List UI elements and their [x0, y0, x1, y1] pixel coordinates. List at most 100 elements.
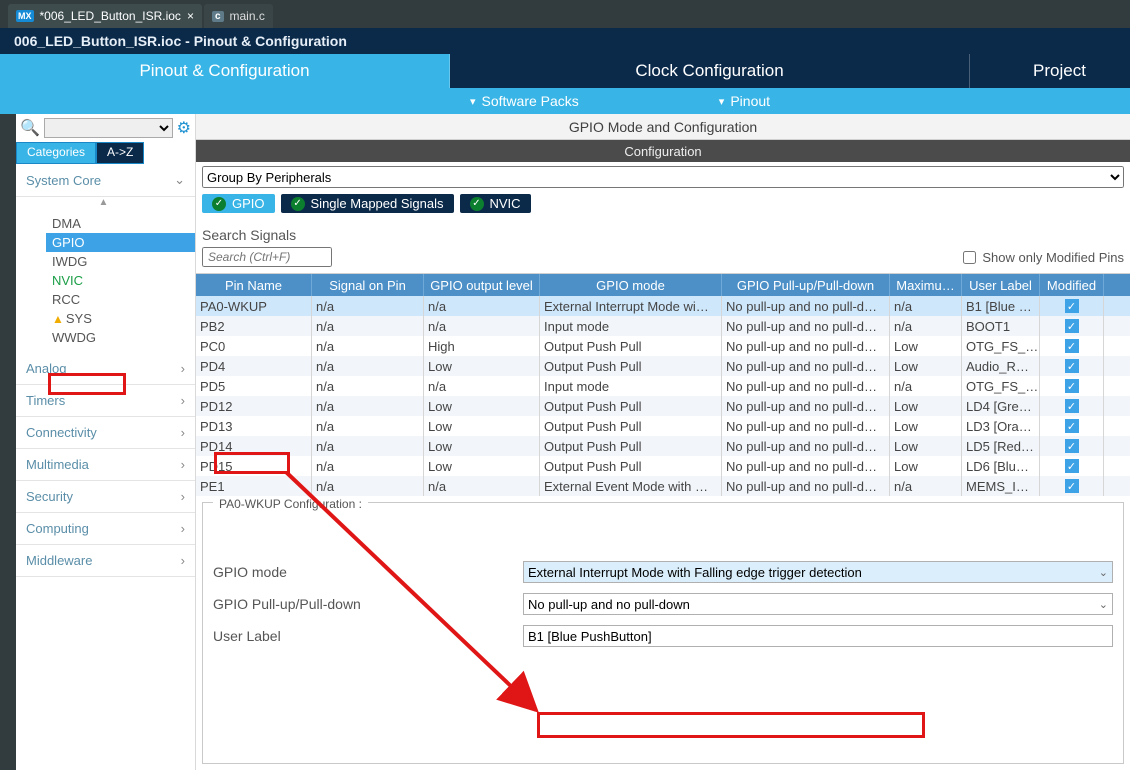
tree-section-timers[interactable]: Timers›	[16, 385, 195, 417]
show-modified-input[interactable]	[963, 251, 976, 264]
table-row[interactable]: PC0n/aHighOutput Push PullNo pull-up and…	[196, 336, 1130, 356]
tree-section-security[interactable]: Security›	[16, 481, 195, 513]
chevron-down-icon: ⌄	[1099, 566, 1108, 579]
show-modified-checkbox[interactable]: Show only Modified Pins	[963, 250, 1124, 265]
tree-item-gpio[interactable]: GPIO	[46, 233, 195, 252]
chevron-right-icon: ›	[181, 425, 185, 440]
tree-section-connectivity[interactable]: Connectivity›	[16, 417, 195, 449]
col-maximum[interactable]: Maximu…	[890, 274, 962, 296]
cfg-row-pull: GPIO Pull-up/Pull-down No pull-up and no…	[213, 593, 1113, 615]
cfg-row-user-label: User Label	[213, 625, 1113, 647]
table-row[interactable]: PD13n/aLowOutput Push PullNo pull-up and…	[196, 416, 1130, 436]
workspace: 🔍 ⚙ Categories A->Z System Core ⌄ ▲ DMAG…	[16, 114, 1130, 770]
chevron-down-icon: ▾	[470, 95, 476, 108]
tree-section-middleware[interactable]: Middleware›	[16, 545, 195, 577]
cfg-pull-select[interactable]: No pull-up and no pull-down⌄	[523, 593, 1113, 615]
tab-project[interactable]: Project	[970, 54, 1130, 88]
menu-pinout[interactable]: ▾Pinout	[719, 88, 770, 114]
chevron-down-icon: ▾	[719, 95, 725, 108]
col-output[interactable]: GPIO output level	[424, 274, 540, 296]
table-row[interactable]: PA0-WKUPn/an/aExternal Interrupt Mode wi…	[196, 296, 1130, 316]
tree-item-wwdg[interactable]: WWDG	[46, 328, 195, 347]
check-icon: ✓	[1065, 319, 1079, 333]
cfg-mode-label: GPIO mode	[213, 564, 523, 580]
table-row[interactable]: PB2n/an/aInput modeNo pull-up and no pul…	[196, 316, 1130, 336]
tab-clock-config[interactable]: Clock Configuration	[450, 54, 970, 88]
col-pin-name[interactable]: Pin Name	[196, 274, 312, 296]
table-row[interactable]: PD14n/aLowOutput Push PullNo pull-up and…	[196, 436, 1130, 456]
table-row[interactable]: PD12n/aLowOutput Push PullNo pull-up and…	[196, 396, 1130, 416]
tree-section-computing[interactable]: Computing›	[16, 513, 195, 545]
search-signals-input[interactable]	[202, 247, 332, 267]
group-by-select[interactable]: Group By Peripherals	[202, 166, 1124, 188]
pin-config-panel: PA0-WKUP Configuration : GPIO mode Exter…	[202, 502, 1124, 764]
category-panel: 🔍 ⚙ Categories A->Z System Core ⌄ ▲ DMAG…	[16, 114, 196, 770]
search-icon[interactable]: 🔍	[20, 118, 40, 138]
search-signals-row: Show only Modified Pins	[196, 247, 1130, 273]
search-signals-label: Search Signals	[196, 219, 1130, 247]
category-tree: System Core ⌄ ▲ DMAGPIOIWDGNVICRCC▲SYSWW…	[16, 164, 195, 770]
tree-item-dma[interactable]: DMA	[46, 214, 195, 233]
pin-config-title: PA0-WKUP Configuration :	[213, 497, 368, 511]
gear-icon[interactable]: ⚙	[177, 118, 191, 138]
peripheral-tabs: ✓GPIO ✓Single Mapped Signals ✓NVIC	[196, 192, 1130, 219]
tree-section-multimedia[interactable]: Multimedia›	[16, 449, 195, 481]
check-icon: ✓	[1065, 459, 1079, 473]
editor-tab-ioc[interactable]: MX *006_LED_Button_ISR.ioc ×	[8, 4, 202, 28]
editor-tab-mainc[interactable]: c main.c	[204, 4, 273, 28]
breadcrumb: 006_LED_Button_ISR.ioc - Pinout & Config…	[0, 28, 361, 54]
col-modified[interactable]: Modified	[1040, 274, 1104, 296]
table-header[interactable]: Pin Name Signal on Pin GPIO output level…	[196, 274, 1130, 296]
panel-title: GPIO Mode and Configuration	[196, 114, 1130, 140]
pill-tab-single-mapped[interactable]: ✓Single Mapped Signals	[281, 194, 454, 213]
menu-software-packs[interactable]: ▾Software Packs	[470, 88, 579, 114]
group-by-row: Group By Peripherals	[196, 162, 1130, 192]
col-mode[interactable]: GPIO mode	[540, 274, 722, 296]
category-search-combo[interactable]	[44, 118, 173, 138]
chevron-down-icon: ⌄	[1099, 598, 1108, 611]
col-pull[interactable]: GPIO Pull-up/Pull-down	[722, 274, 890, 296]
table-row[interactable]: PE1n/an/aExternal Event Mode with …No pu…	[196, 476, 1130, 496]
cfg-user-label-input[interactable]	[523, 625, 1113, 647]
cfg-user-label-label: User Label	[213, 628, 523, 644]
pin-table: Pin Name Signal on Pin GPIO output level…	[196, 273, 1130, 496]
pill-tab-nvic[interactable]: ✓NVIC	[460, 194, 531, 213]
cfg-mode-select[interactable]: External Interrupt Mode with Falling edg…	[523, 561, 1113, 583]
sort-arrows-icon: ▲	[16, 197, 195, 210]
tree-section-system-core[interactable]: System Core ⌄	[16, 164, 195, 197]
configuration-header: Configuration	[196, 140, 1130, 162]
chevron-right-icon: ›	[181, 489, 185, 504]
table-row[interactable]: PD4n/aLowOutput Push PullNo pull-up and …	[196, 356, 1130, 376]
table-row[interactable]: PD15n/aLowOutput Push PullNo pull-up and…	[196, 456, 1130, 476]
tree-item-sys[interactable]: ▲SYS	[46, 309, 195, 328]
pill-tab-gpio[interactable]: ✓GPIO	[202, 194, 275, 213]
check-icon: ✓	[1065, 439, 1079, 453]
check-icon: ✓	[1065, 399, 1079, 413]
check-icon: ✓	[1065, 419, 1079, 433]
chevron-right-icon: ›	[181, 393, 185, 408]
table-row[interactable]: PD5n/an/aInput modeNo pull-up and no pul…	[196, 376, 1130, 396]
tree-item-nvic[interactable]: NVIC	[46, 271, 195, 290]
col-signal[interactable]: Signal on Pin	[312, 274, 424, 296]
mode-tabs: Categories A->Z	[16, 142, 195, 164]
mode-tab-az[interactable]: A->Z	[96, 142, 144, 164]
col-user-label[interactable]: User Label	[962, 274, 1040, 296]
mode-tab-categories[interactable]: Categories	[16, 142, 96, 164]
tab-pinout-config[interactable]: Pinout & Configuration	[0, 54, 450, 88]
check-icon: ✓	[1065, 299, 1079, 313]
tree-item-iwdg[interactable]: IWDG	[46, 252, 195, 271]
mx-badge: MX	[16, 10, 34, 22]
main-panel: GPIO Mode and Configuration Configuratio…	[196, 114, 1130, 770]
chevron-right-icon: ›	[181, 553, 185, 568]
editor-tab-label: main.c	[230, 9, 265, 23]
close-icon[interactable]: ×	[187, 9, 194, 23]
tree-section-analog[interactable]: Analog›	[16, 353, 195, 385]
cfg-pull-label: GPIO Pull-up/Pull-down	[213, 596, 523, 612]
tree-item-rcc[interactable]: RCC	[46, 290, 195, 309]
breadcrumb-bar: 006_LED_Button_ISR.ioc - Pinout & Config…	[0, 28, 1130, 54]
c-badge: c	[212, 11, 224, 22]
check-icon: ✓	[1065, 379, 1079, 393]
cfg-row-mode: GPIO mode External Interrupt Mode with F…	[213, 561, 1113, 583]
chevron-right-icon: ›	[181, 521, 185, 536]
check-icon: ✓	[1065, 339, 1079, 353]
